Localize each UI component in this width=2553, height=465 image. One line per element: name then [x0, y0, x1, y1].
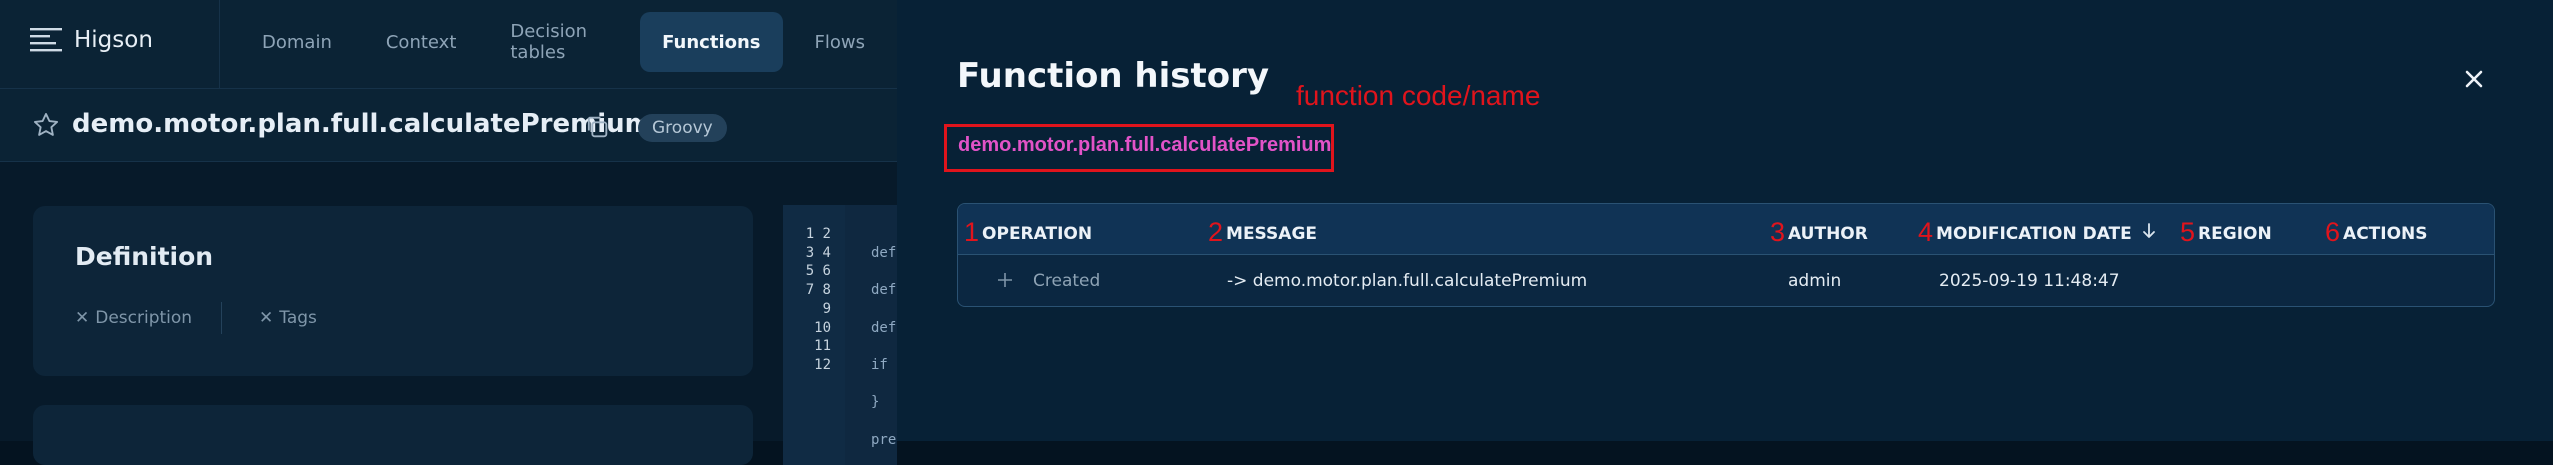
column-header-operation[interactable]: 1 OPERATION	[964, 217, 1093, 249]
line-numbers: 1 2 3 4 5 6 7 8 9 10 11 12	[805, 226, 831, 373]
table-row[interactable]: Created -> demo.motor.plan.full.calculat…	[958, 255, 2494, 305]
description-link[interactable]: ✕ Description	[75, 308, 192, 328]
secondary-card	[33, 405, 753, 465]
description-label: Description	[95, 308, 193, 328]
main-nav: Domain Context Decision tables Functions…	[240, 12, 897, 72]
function-history-panel: Function history function code/name demo…	[897, 0, 2553, 441]
annotation-label: function code/name	[1296, 80, 1541, 111]
definition-card: Definition ✕ Description ✕ Tags	[33, 206, 753, 376]
column-label: REGION	[2198, 223, 2272, 244]
annotation-number: 6	[2325, 217, 2341, 247]
annotation-number: 5	[2180, 217, 2196, 247]
annotation-number: 4	[1918, 217, 1934, 247]
close-icon: ✕	[75, 308, 90, 328]
tab-flows[interactable]: Flows	[793, 12, 887, 72]
page-title: demo.motor.plan.full.calculatePremium	[72, 109, 652, 139]
copy-icon[interactable]	[583, 113, 611, 145]
modification-date-cell: 2025-09-19 11:48:47	[1939, 271, 2120, 291]
plus-icon	[996, 271, 1014, 293]
author-cell: admin	[1788, 271, 1842, 291]
column-label: OPERATION	[982, 223, 1093, 244]
star-icon[interactable]	[32, 111, 60, 143]
tab-functions[interactable]: Functions	[640, 12, 783, 72]
function-content: Definition ✕ Description ✕ Tags 1 2 3 4 …	[0, 162, 897, 465]
column-label: MESSAGE	[1226, 223, 1318, 244]
logo[interactable]: Higson	[30, 26, 153, 54]
column-label: AUTHOR	[1788, 223, 1868, 244]
code-text: def def def if } pre	[871, 244, 897, 448]
divider	[219, 0, 220, 88]
column-header-author[interactable]: 3 AUTHOR	[1770, 217, 1868, 249]
tab-domain[interactable]: Domain	[240, 12, 354, 72]
top-navigation-bar: Higson Domain Context Decision tables Fu…	[0, 0, 897, 89]
column-header-message[interactable]: 2 MESSAGE	[1208, 217, 1318, 249]
function-title-bar: demo.motor.plan.full.calculatePremium Gr…	[0, 89, 897, 162]
column-label: MODIFICATION DATE	[1936, 223, 2132, 244]
card-title: Definition	[75, 242, 214, 271]
language-badge: Groovy	[638, 114, 727, 142]
history-table: 1 OPERATION 2 MESSAGE 3 AUTHOR 4 MODIFIC…	[957, 203, 2495, 307]
column-label: ACTIONS	[2343, 223, 2428, 244]
tags-link[interactable]: ✕ Tags	[259, 308, 317, 328]
tags-label: Tags	[279, 308, 317, 328]
message-cell: -> demo.motor.plan.full.calculatePremium	[1227, 271, 1588, 291]
column-header-modification-date[interactable]: 4 MODIFICATION DATE	[1918, 217, 2156, 249]
close-button[interactable]	[2457, 62, 2491, 96]
tab-context[interactable]: Context	[364, 12, 479, 72]
annotation-number: 1	[964, 217, 980, 247]
menu-lines-icon	[30, 26, 62, 54]
tab-decision-tables[interactable]: Decision tables	[488, 12, 630, 72]
close-icon	[2465, 70, 2483, 88]
annotation-number: 3	[1770, 217, 1786, 247]
panel-title: Function history	[957, 56, 1270, 96]
annotation-number: 2	[1208, 217, 1224, 247]
sort-down-icon[interactable]	[2142, 223, 2156, 244]
logo-text: Higson	[74, 27, 153, 53]
column-header-actions: 6 ACTIONS	[2325, 217, 2428, 249]
close-icon: ✕	[259, 308, 274, 328]
function-code-link[interactable]: demo.motor.plan.full.calculatePremium	[958, 134, 1331, 157]
code-editor[interactable]: 1 2 3 4 5 6 7 8 9 10 11 12 def def def i…	[783, 205, 897, 465]
column-header-region[interactable]: 5 REGION	[2180, 217, 2272, 249]
divider	[221, 302, 222, 334]
operation-cell: Created	[1033, 271, 1101, 291]
table-header: 1 OPERATION 2 MESSAGE 3 AUTHOR 4 MODIFIC…	[958, 204, 2494, 255]
